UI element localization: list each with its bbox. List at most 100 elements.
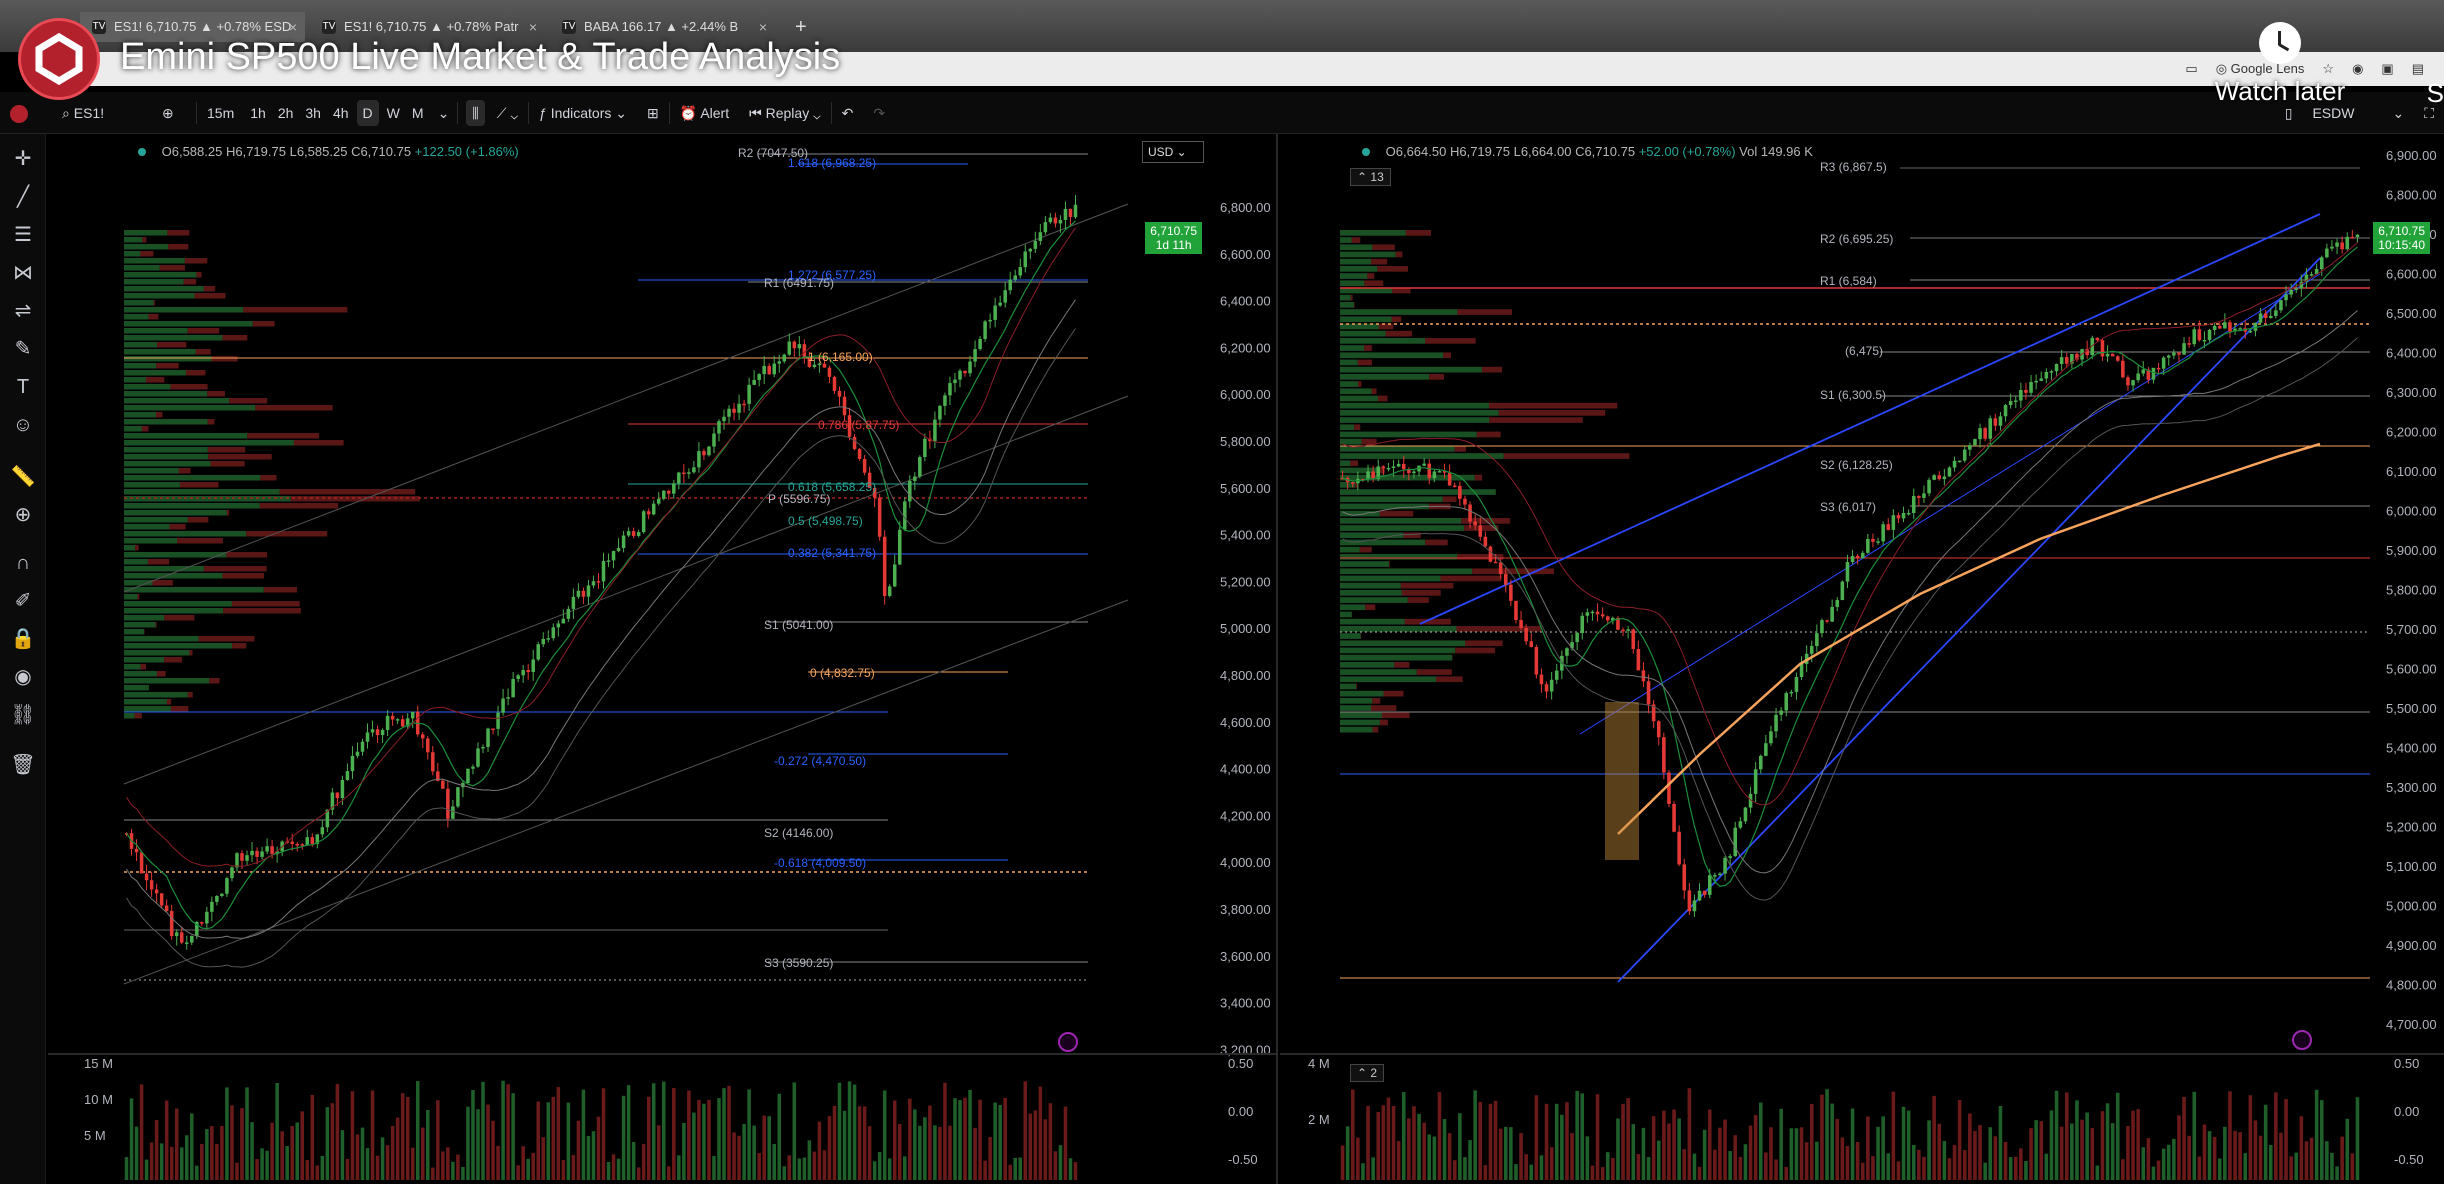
alert-button[interactable]: ⏰ Alert xyxy=(670,92,739,134)
volume-bar xyxy=(255,1159,259,1180)
candle xyxy=(410,711,415,719)
screenshot-icon[interactable]: ▭ xyxy=(2185,61,2197,77)
crosshair-icon[interactable]: ✛ xyxy=(10,146,36,172)
magnet-icon[interactable]: ∩ xyxy=(10,550,36,576)
indicator-collapse-button[interactable]: ⌃ 13 xyxy=(1350,168,1391,186)
interval-4h[interactable]: 4h xyxy=(327,92,355,134)
volume-bar xyxy=(2131,1110,2135,1180)
volume-indicator-count: 2 xyxy=(1370,1066,1378,1080)
extension-icon-3[interactable]: ▤ xyxy=(2412,61,2424,77)
volume-profile-bar xyxy=(1443,352,1451,359)
volume-profile-bar xyxy=(1354,424,1361,431)
share-label[interactable]: S xyxy=(2427,78,2444,109)
volume-profile-bar xyxy=(259,503,339,509)
volume-bar xyxy=(948,1125,952,1180)
compare-symbol-icon[interactable]: ⊕ xyxy=(152,92,196,134)
redo-icon[interactable]: ↷ xyxy=(863,92,895,134)
candle xyxy=(1381,466,1386,469)
volume-profile-bar xyxy=(195,349,211,355)
link-icon[interactable]: ⛓ xyxy=(10,702,36,728)
text-tool-icon[interactable]: T xyxy=(10,374,36,400)
replay-button[interactable]: ⏮ Replay ⌄ xyxy=(739,92,831,134)
candle xyxy=(2126,377,2130,386)
layouts-icon[interactable]: ⊞ xyxy=(637,92,669,134)
chevron-down-icon[interactable]: ⌄ xyxy=(2382,92,2414,134)
tradingview-logo-icon[interactable] xyxy=(2292,1030,2312,1050)
interval-1h[interactable]: 1h xyxy=(244,92,272,134)
chart-canvas-left[interactable]: 6,800.00 6,600.00 6,400.00 6,200.00 6,000.00… xyxy=(48,134,1278,1184)
candle xyxy=(451,806,455,819)
candle xyxy=(290,841,294,844)
chart-pane-left[interactable]: 6,800.00 6,600.00 6,400.00 6,200.00 6,000.00… xyxy=(48,134,1278,1184)
volume-bar xyxy=(1560,1114,1564,1180)
candle xyxy=(1401,463,1406,470)
extension-icon-2[interactable]: ▣ xyxy=(2381,61,2393,77)
volume-bar xyxy=(822,1150,827,1180)
prediction-tool-icon[interactable]: ⇌ xyxy=(10,298,36,324)
stay-drawing-icon[interactable]: ✐ xyxy=(10,588,36,614)
interval-2h[interactable]: 2h xyxy=(272,92,300,134)
volume-bar xyxy=(817,1121,822,1180)
tradingview-logo-icon[interactable] xyxy=(1058,1032,1078,1052)
interval-w[interactable]: W xyxy=(381,92,406,134)
interval-d[interactable]: D xyxy=(356,99,379,126)
ruler-icon[interactable]: 📏 xyxy=(10,464,36,490)
candle xyxy=(1697,890,1702,901)
volume-bar xyxy=(943,1082,947,1180)
low-value: L6,585.25 xyxy=(289,144,348,159)
candle xyxy=(501,698,505,713)
candle xyxy=(2049,371,2054,373)
line-chart-icon[interactable]: ⟋ ⌄ xyxy=(487,92,528,134)
volume-bar xyxy=(159,1143,164,1180)
last-price-tag-left: 6,710.75 1d 11h xyxy=(1145,222,1202,254)
candle xyxy=(1922,493,1926,498)
trash-icon[interactable]: 🗑 xyxy=(10,752,36,778)
watch-later-button[interactable]: Watch later xyxy=(2200,22,2360,107)
trend-line-icon[interactable]: ╱ xyxy=(10,184,36,210)
volume-profile-bar xyxy=(124,524,170,530)
volume-bar xyxy=(335,1084,340,1180)
interval-15m[interactable]: 15m xyxy=(197,92,244,134)
interval-m[interactable]: M xyxy=(406,92,430,134)
candles-icon[interactable]: ⫼ xyxy=(466,99,485,126)
chart-canvas-right[interactable]: 6,900.006,800.006,700.006,600.006,500.00… xyxy=(1280,134,2444,1184)
lock-icon[interactable]: 🔒 xyxy=(10,626,36,652)
brush-icon[interactable]: ✎ xyxy=(10,336,36,362)
volume-profile-bar xyxy=(187,328,220,334)
candle xyxy=(656,498,661,504)
volume-bar xyxy=(857,1106,862,1180)
volume-bar xyxy=(978,1099,982,1180)
zoom-in-icon[interactable]: ⊕ xyxy=(10,502,36,528)
volume-pane-collapse-button[interactable]: ⌃ 2 xyxy=(1350,1064,1385,1082)
channel-logo-icon[interactable] xyxy=(18,18,100,100)
candle xyxy=(892,564,897,587)
fib-tool-icon[interactable]: ☰ xyxy=(10,222,36,248)
volume-bar xyxy=(2044,1153,2049,1180)
volume-bar xyxy=(2136,1109,2140,1180)
chart-pane-right[interactable]: 6,900.006,800.006,700.006,600.006,500.00… xyxy=(1280,134,2444,1184)
volume-bar xyxy=(636,1167,641,1180)
volume-bar xyxy=(1544,1103,1549,1180)
price-axis-label: 5,800.00 xyxy=(1220,434,1271,449)
candle xyxy=(2136,373,2140,381)
volume-bar xyxy=(1396,1140,1401,1180)
volume-profile-bar xyxy=(1340,518,1462,524)
candle xyxy=(2268,315,2273,319)
candle xyxy=(1906,512,1911,515)
interval-3h[interactable]: 3h xyxy=(299,92,327,134)
emoji-icon[interactable]: ☺ xyxy=(10,412,36,438)
chevron-down-icon[interactable]: ⌄ xyxy=(430,92,458,134)
candle xyxy=(938,405,942,420)
indicators-button[interactable]: ƒ Indicators ⌄ xyxy=(529,92,637,134)
currency-select[interactable]: USD ⌄ xyxy=(1142,141,1204,163)
tradingview-logo-icon[interactable] xyxy=(0,92,52,134)
candle xyxy=(2335,242,2339,247)
volume-bar xyxy=(2059,1126,2064,1180)
pattern-tool-icon[interactable]: ⋈ xyxy=(10,260,36,286)
candle xyxy=(335,792,340,799)
undo-icon[interactable]: ↶ xyxy=(832,92,864,134)
video-title[interactable]: Emini SP500 Live Market & Trade Analysis xyxy=(120,36,840,79)
volume-bar xyxy=(672,1087,676,1180)
eye-icon[interactable]: ◉ xyxy=(10,664,36,690)
candle xyxy=(1447,472,1452,486)
